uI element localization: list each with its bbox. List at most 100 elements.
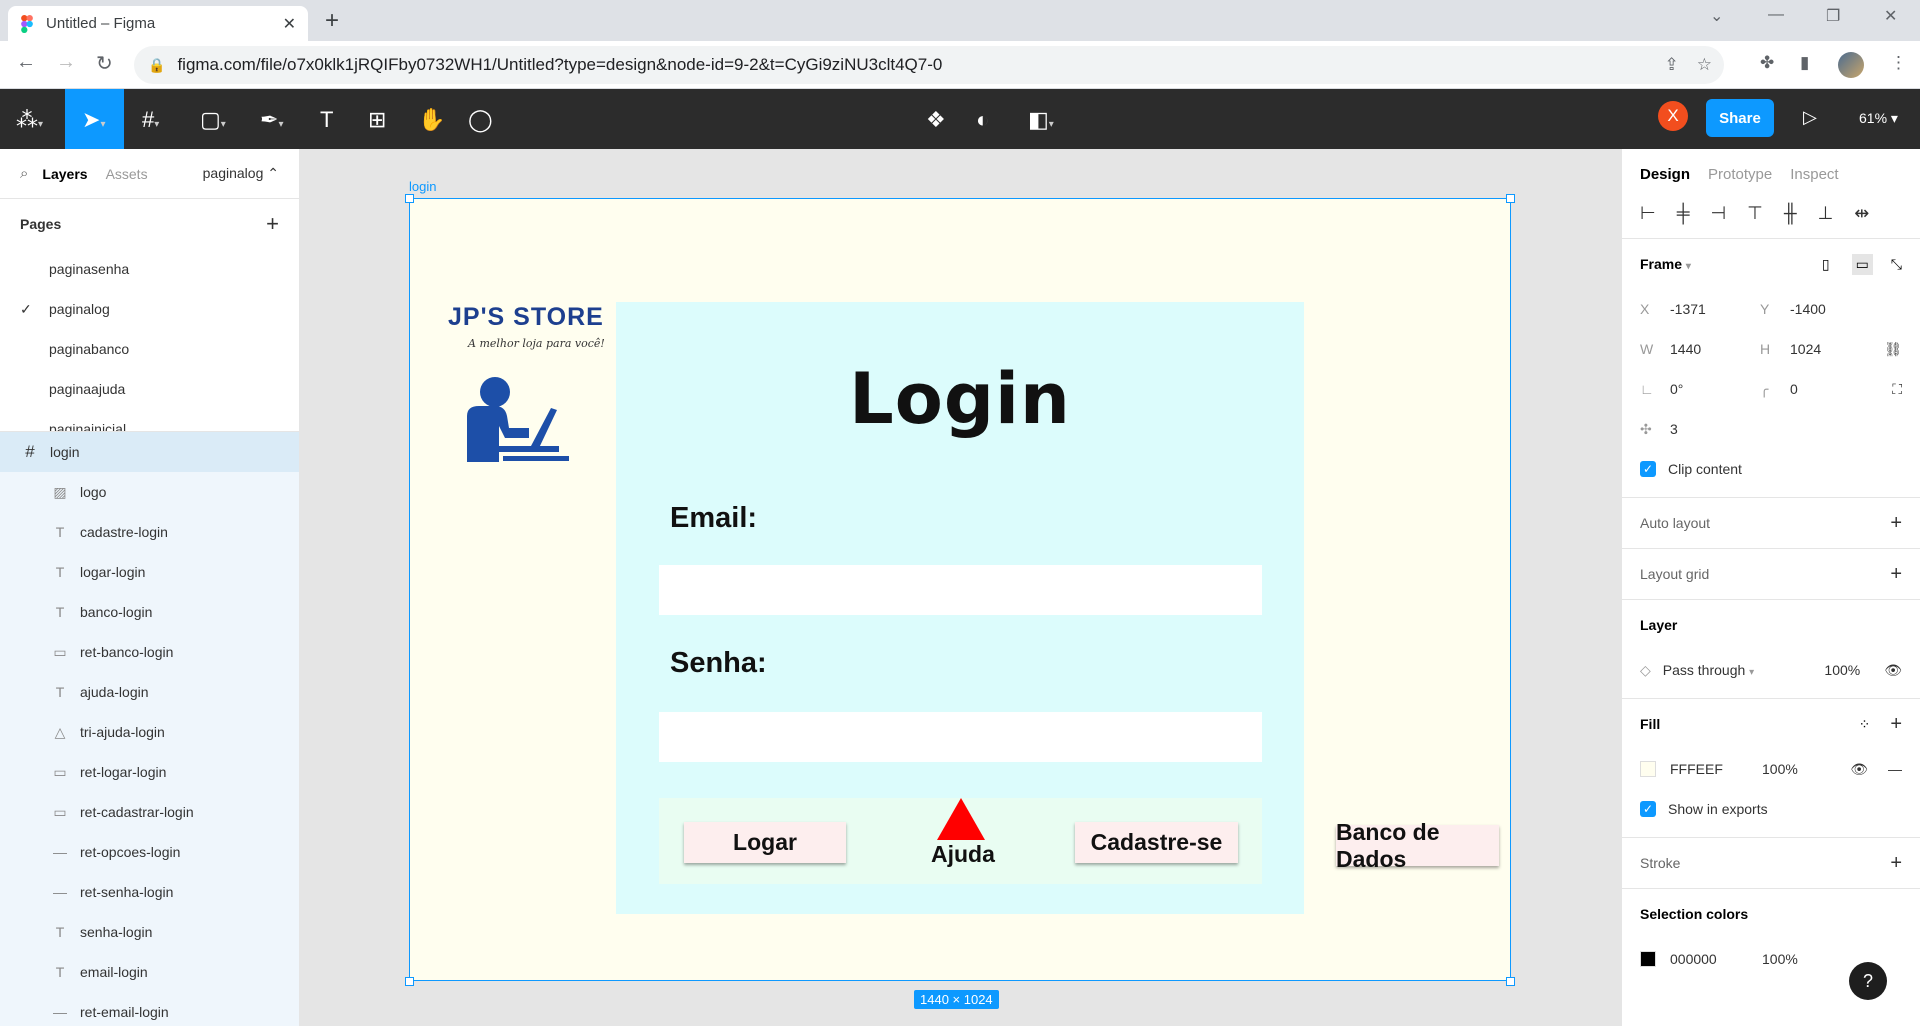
page-item[interactable]: paginaajuda: [0, 369, 299, 409]
restore-icon[interactable]: ❐: [1826, 6, 1840, 26]
add-page-icon[interactable]: +: [266, 211, 279, 237]
search-icon[interactable]: ⌕: [20, 165, 28, 182]
profile-avatar[interactable]: [1838, 52, 1864, 78]
align-middle-icon[interactable]: ╫: [1784, 203, 1797, 224]
help-button[interactable]: ?: [1849, 962, 1887, 1000]
add-auto-layout-icon[interactable]: +: [1890, 512, 1902, 535]
layer-item[interactable]: △ tri-ajuda-login: [0, 712, 299, 752]
constrain-proportions-icon[interactable]: ⛓: [1884, 341, 1902, 358]
ajuda-button[interactable]: Ajuda: [931, 841, 995, 868]
page-item[interactable]: paginainicial: [0, 409, 299, 431]
clip-content-checkbox[interactable]: ✓: [1640, 461, 1656, 477]
add-layout-grid-icon[interactable]: +: [1890, 563, 1902, 586]
page-item[interactable]: ✓ paginalog: [0, 289, 299, 329]
layer-item[interactable]: ▭ ret-cadastrar-login: [0, 792, 299, 832]
w-field[interactable]: 1440: [1670, 341, 1760, 357]
main-menu-icon[interactable]: ⁂▾: [16, 107, 43, 133]
align-top-icon[interactable]: ⊤: [1747, 203, 1763, 224]
move-tool-icon[interactable]: ➤▾: [82, 107, 105, 133]
rectangle-tool-icon[interactable]: ▢▾: [200, 107, 226, 133]
component-icon[interactable]: ❖: [926, 107, 946, 133]
layer-opacity-field[interactable]: 100%: [1824, 662, 1860, 678]
url-bar[interactable]: 🔒 figma.com/file/o7x0klk1jRQIFby0732WH1/…: [134, 46, 1724, 84]
comment-tool-icon[interactable]: ◯: [468, 107, 493, 133]
cadastre-button[interactable]: Cadastre-se: [1075, 822, 1238, 863]
canvas[interactable]: login JP'S STORE A melhor loja para você…: [301, 149, 1621, 1026]
share-page-icon[interactable]: ⇪: [1665, 55, 1679, 75]
selection-color-swatch[interactable]: [1640, 951, 1656, 967]
tab-inspect[interactable]: Inspect: [1790, 166, 1838, 183]
pen-tool-icon[interactable]: ✒▾: [260, 107, 283, 133]
tab-assets[interactable]: Assets: [106, 166, 148, 182]
spacing-field[interactable]: 3: [1670, 421, 1760, 437]
selection-opacity[interactable]: 100%: [1762, 951, 1798, 967]
radius-field[interactable]: 0: [1790, 381, 1880, 397]
frame-tool-icon[interactable]: #▾: [142, 107, 159, 133]
h-field[interactable]: 1024: [1790, 341, 1880, 357]
browser-tab[interactable]: Untitled – Figma ✕: [8, 6, 308, 41]
user-avatar[interactable]: X: [1658, 101, 1688, 131]
align-center-h-icon[interactable]: ╪: [1677, 203, 1690, 224]
sidepanel-icon[interactable]: ▮: [1800, 53, 1809, 73]
resize-handle[interactable]: [405, 977, 414, 986]
selection-hex[interactable]: 000000: [1670, 951, 1762, 967]
layer-item[interactable]: Tsenha-login: [0, 912, 299, 952]
text-tool-icon[interactable]: T: [320, 107, 333, 133]
close-tab-icon[interactable]: ✕: [283, 14, 296, 34]
layer-item[interactable]: — ret-email-login: [0, 992, 299, 1026]
distribute-icon[interactable]: ⇹: [1854, 203, 1869, 224]
layer-item[interactable]: — ret-senha-login: [0, 872, 299, 912]
forward-icon[interactable]: →: [56, 51, 76, 74]
align-bottom-icon[interactable]: ⊥: [1818, 203, 1834, 224]
show-in-exports-checkbox[interactable]: ✓: [1640, 801, 1656, 817]
senha-input-rect[interactable]: [659, 712, 1262, 762]
landscape-icon[interactable]: ▭: [1851, 253, 1873, 275]
add-fill-icon[interactable]: +: [1890, 713, 1902, 736]
layer-item[interactable]: — ret-opcoes-login: [0, 832, 299, 872]
align-left-icon[interactable]: ⊢: [1640, 203, 1656, 224]
resources-tool-icon[interactable]: ⊞: [368, 107, 386, 133]
banco-de-dados-button[interactable]: Banco de Dados: [1336, 819, 1499, 872]
bookmark-star-icon[interactable]: ☆: [1697, 55, 1712, 75]
mask-icon[interactable]: ◐: [976, 107, 989, 133]
x-field[interactable]: -1371: [1670, 301, 1760, 317]
frame-label[interactable]: login: [409, 179, 436, 194]
page-item[interactable]: paginasenha: [0, 249, 299, 289]
new-tab-icon[interactable]: +: [325, 7, 339, 35]
tab-layers[interactable]: Layers: [42, 166, 87, 182]
close-window-icon[interactable]: ✕: [1884, 6, 1897, 26]
layer-item[interactable]: Tbanco-login: [0, 592, 299, 632]
layer-item[interactable]: Tajuda-login: [0, 672, 299, 712]
frame-label[interactable]: Frame ▾: [1640, 256, 1691, 272]
help-triangle-icon[interactable]: [937, 798, 985, 840]
layer-item[interactable]: Temail-login: [0, 952, 299, 992]
extensions-icon[interactable]: ✤: [1760, 53, 1774, 73]
layer-item[interactable]: Tcadastre-login: [0, 512, 299, 552]
tab-search-icon[interactable]: ⌄: [1710, 6, 1723, 26]
hand-tool-icon[interactable]: ✋: [418, 107, 445, 133]
boolean-icon[interactable]: ◧▾: [1028, 107, 1054, 133]
resize-handle[interactable]: [1506, 194, 1515, 203]
resize-handle[interactable]: [1506, 977, 1515, 986]
fill-visibility-icon[interactable]: 👁: [1850, 761, 1868, 778]
email-input-rect[interactable]: [659, 565, 1262, 615]
fill-swatch[interactable]: [1640, 761, 1656, 777]
resize-to-fit-icon[interactable]: ⤡: [1891, 256, 1902, 273]
layer-frame-login[interactable]: # login: [0, 432, 299, 472]
current-page-selector[interactable]: paginalog ⌃: [203, 165, 279, 182]
fill-opacity-field[interactable]: 100%: [1762, 761, 1798, 777]
blend-mode-select[interactable]: Pass through ▾: [1663, 662, 1778, 678]
layer-item[interactable]: ▨ logo: [0, 472, 299, 512]
add-stroke-icon[interactable]: +: [1890, 852, 1902, 875]
reload-icon[interactable]: ↻: [96, 51, 113, 76]
y-field[interactable]: -1400: [1790, 301, 1880, 317]
align-right-icon[interactable]: ⊣: [1710, 203, 1726, 224]
layer-item[interactable]: Tlogar-login: [0, 552, 299, 592]
back-icon[interactable]: ←: [16, 51, 36, 74]
tab-design[interactable]: Design: [1640, 166, 1690, 183]
browser-menu-icon[interactable]: ⋮: [1890, 53, 1907, 73]
independent-corners-icon[interactable]: ⛶: [1892, 381, 1902, 398]
layer-item[interactable]: ▭ ret-banco-login: [0, 632, 299, 672]
style-grid-icon[interactable]: ⁘: [1859, 716, 1871, 733]
remove-fill-icon[interactable]: —: [1888, 761, 1902, 777]
